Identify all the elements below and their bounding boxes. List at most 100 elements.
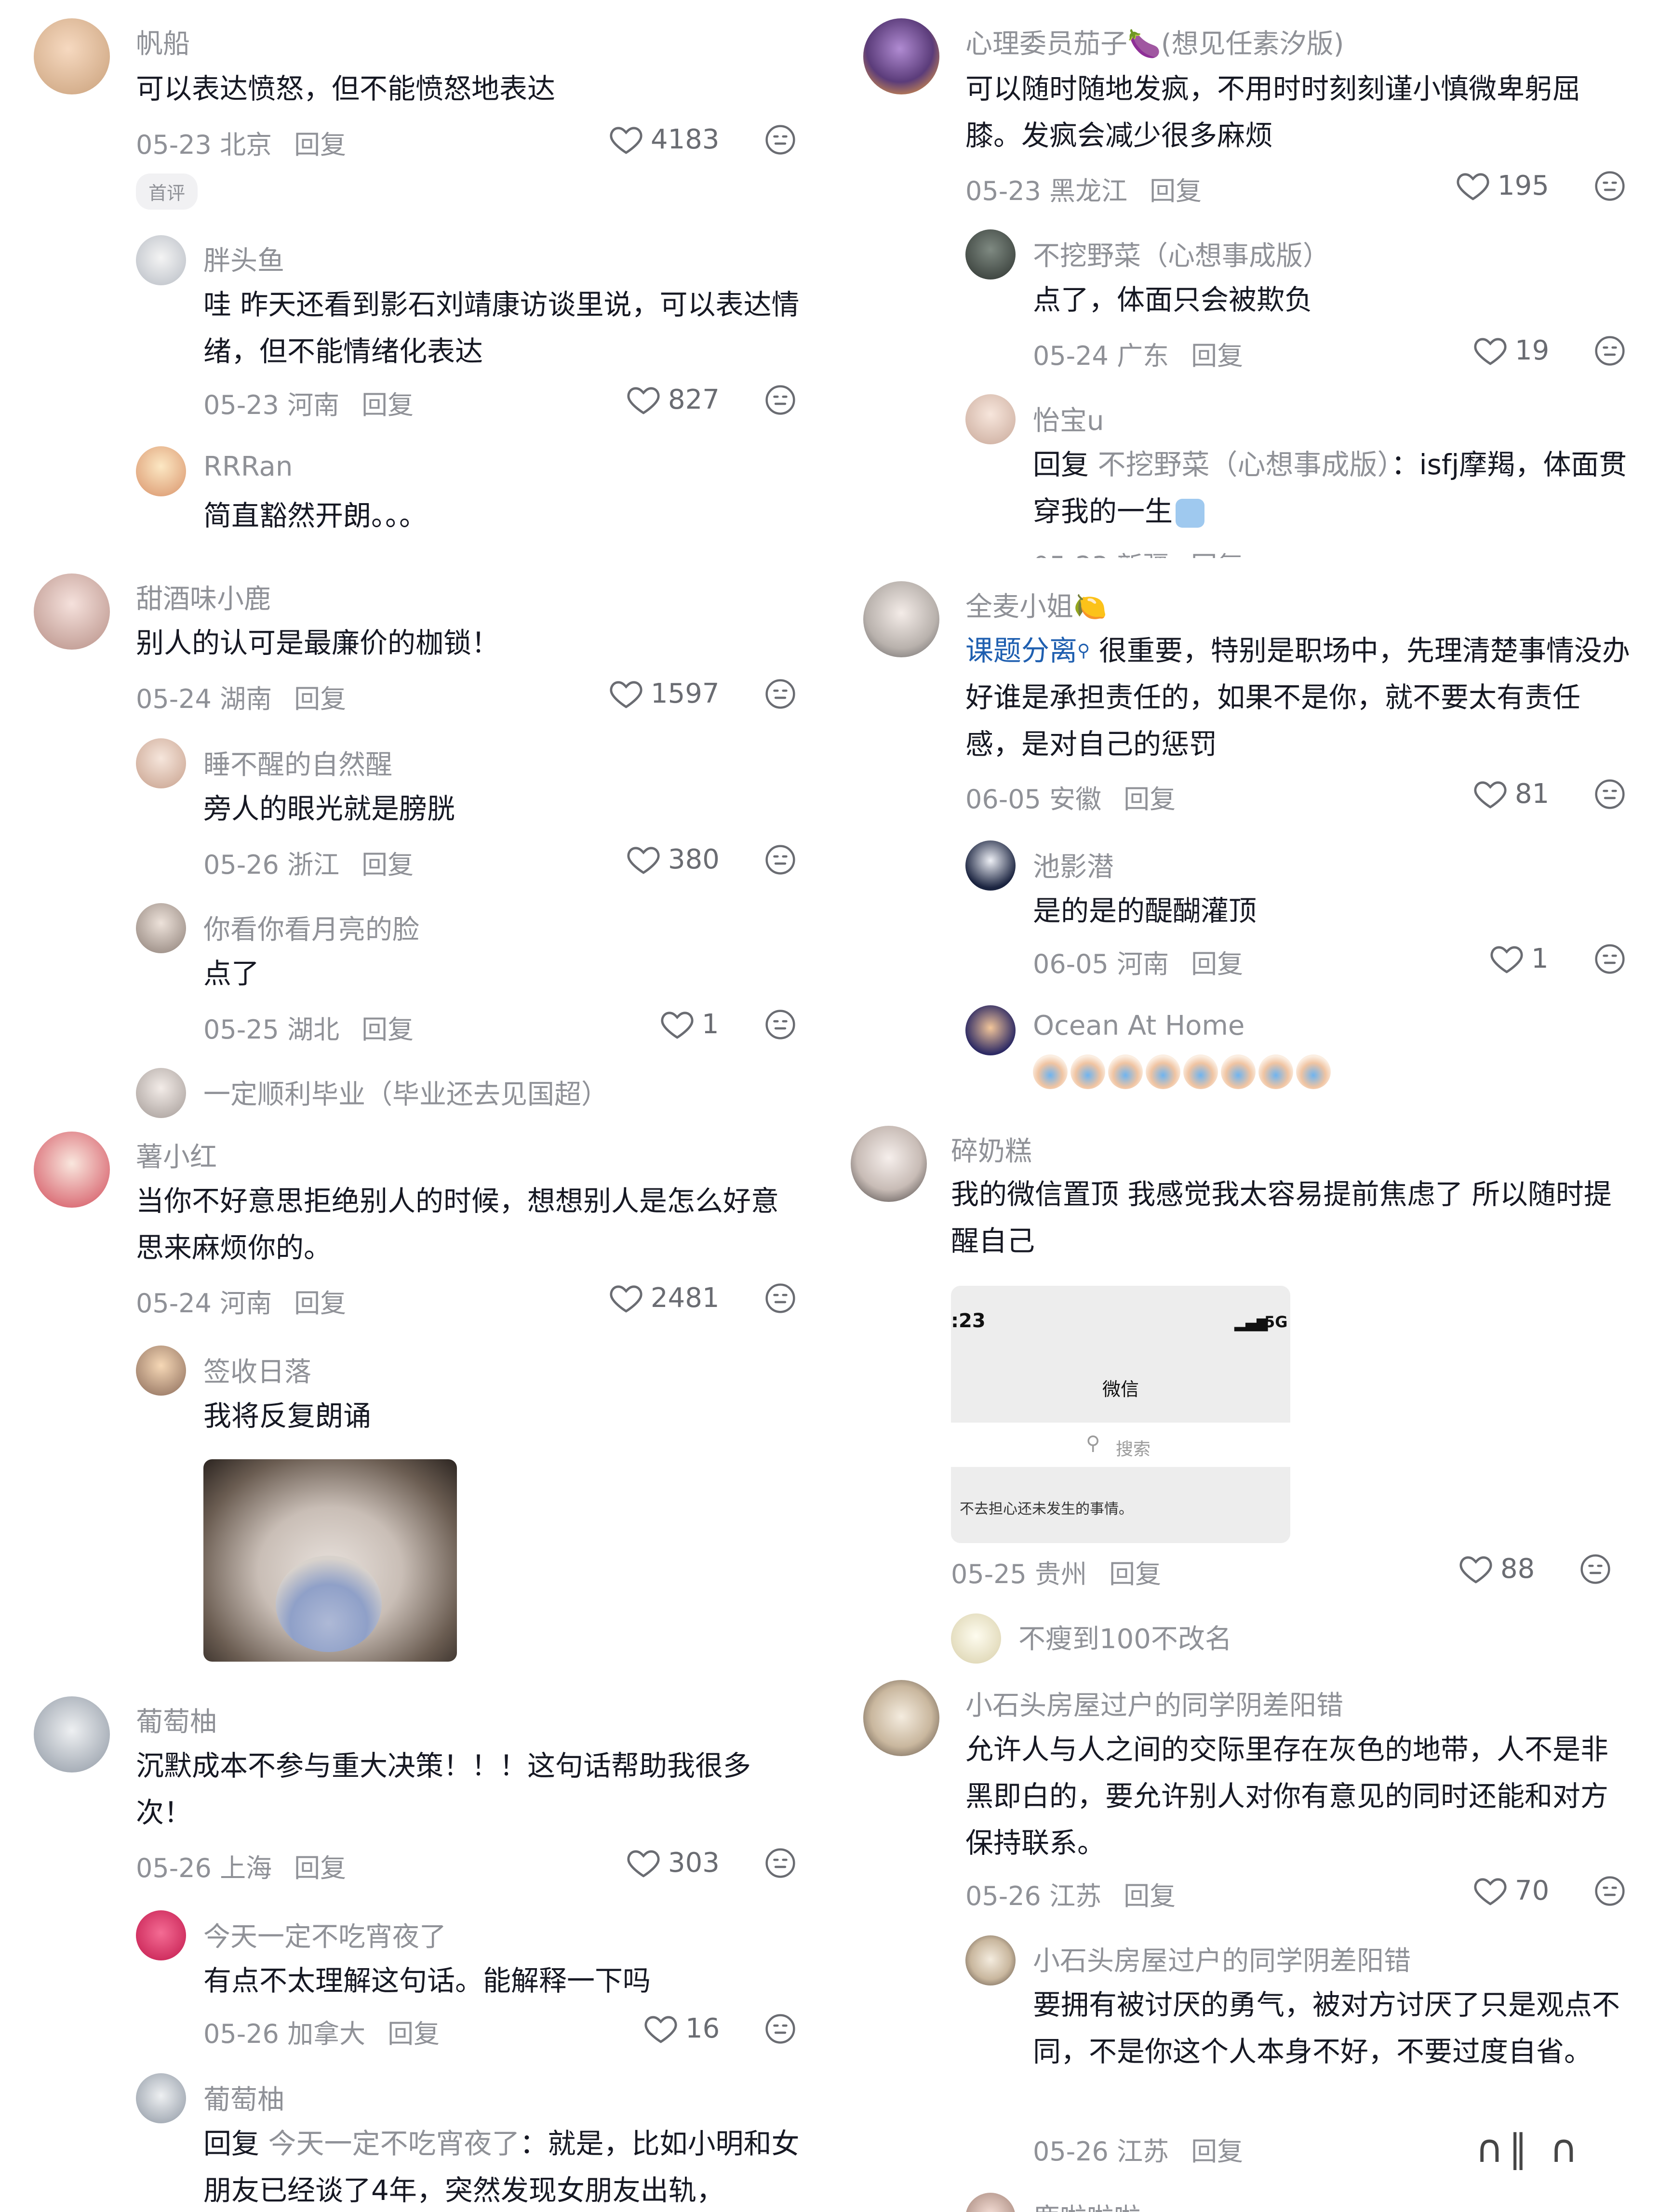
screenshot-search: ⚲ 搜索 bbox=[951, 1423, 1290, 1467]
reply-author[interactable]: 不瘦到100不改名 bbox=[1018, 1617, 1232, 1656]
avatar[interactable] bbox=[965, 229, 1016, 280]
comment-author[interactable]: 葡萄柚 bbox=[136, 1700, 217, 1739]
avatar[interactable] bbox=[136, 446, 186, 496]
avatar[interactable] bbox=[136, 235, 186, 285]
avatar[interactable] bbox=[965, 1935, 1016, 1985]
emoji-reaction-icon[interactable] bbox=[764, 843, 797, 876]
reply-button[interactable]: 回复 bbox=[361, 390, 414, 420]
like-button[interactable]: 1 bbox=[1489, 941, 1549, 976]
emoji-reaction-icon[interactable] bbox=[764, 384, 797, 416]
emoji-reaction-icon[interactable] bbox=[1593, 778, 1626, 811]
reply-button[interactable]: 回复 bbox=[361, 850, 414, 880]
emoji-reaction-icon[interactable] bbox=[764, 1282, 797, 1315]
reply-target-user[interactable]: 今天一定不吃宵夜了 bbox=[268, 2127, 520, 2160]
reply-author[interactable]: 一定顺利毕业（毕业还去见国超） bbox=[203, 1073, 608, 1112]
like-button[interactable]: 195 bbox=[1455, 168, 1549, 203]
emoji-reaction-icon[interactable] bbox=[1593, 170, 1626, 202]
reply-button[interactable]: 回复 bbox=[1191, 2136, 1243, 2167]
reply-author[interactable]: 葡萄柚 bbox=[203, 2078, 284, 2117]
emoji-reaction-icon[interactable] bbox=[764, 123, 797, 156]
like-button[interactable]: 2481 bbox=[608, 1280, 720, 1316]
topic-link[interactable]: 课题分离 bbox=[965, 634, 1077, 667]
avatar[interactable] bbox=[965, 1005, 1016, 1055]
reply-button[interactable]: 回复 bbox=[1109, 1559, 1161, 1589]
like-button[interactable]: 4183 bbox=[608, 121, 720, 157]
comment-author[interactable]: 甜酒味小鹿 bbox=[136, 577, 271, 616]
reply-target-user[interactable]: 不挖野菜（心想事成版） bbox=[1097, 448, 1391, 481]
reply-author[interactable]: RRRan bbox=[203, 451, 293, 482]
reply-button[interactable]: 回复 bbox=[361, 1014, 414, 1045]
emoji-reaction-icon[interactable] bbox=[1593, 1875, 1626, 1907]
avatar[interactable] bbox=[34, 1696, 110, 1772]
like-button[interactable]: 303 bbox=[626, 1845, 720, 1880]
avatar[interactable] bbox=[136, 903, 186, 953]
avatar[interactable] bbox=[951, 1613, 1001, 1664]
comment-author[interactable]: 碎奶糕 bbox=[951, 1130, 1032, 1169]
avatar[interactable] bbox=[34, 18, 110, 94]
avatar[interactable] bbox=[34, 573, 110, 650]
avatar[interactable] bbox=[863, 18, 939, 94]
reply-author[interactable]: 今天一定不吃宵夜了 bbox=[203, 1915, 446, 1954]
reply-author[interactable]: 池影潜 bbox=[1033, 845, 1114, 884]
avatar[interactable] bbox=[965, 2193, 1016, 2212]
reply-author[interactable]: 你看你看月亮的脸 bbox=[203, 908, 419, 947]
reply-button[interactable]: 回复 bbox=[1124, 1881, 1176, 1911]
avatar[interactable] bbox=[965, 394, 1016, 444]
reply-author[interactable]: 怡宝u bbox=[1033, 399, 1104, 438]
sticker-image[interactable] bbox=[203, 1459, 457, 1662]
like-button[interactable]: 19 bbox=[1472, 333, 1549, 368]
avatar[interactable] bbox=[136, 738, 186, 788]
reply-button[interactable]: 回复 bbox=[1191, 341, 1243, 371]
like-button[interactable]: 88 bbox=[1458, 1551, 1535, 1586]
avatar[interactable] bbox=[34, 1132, 110, 1208]
comment-author[interactable]: 薯小红 bbox=[136, 1135, 217, 1174]
comment-author[interactable]: 小石头房屋过户的同学阴差阳错 bbox=[965, 1684, 1343, 1723]
like-button[interactable]: 1 bbox=[659, 1006, 719, 1042]
like-button[interactable]: 827 bbox=[626, 382, 720, 417]
like-button[interactable]: 81 bbox=[1472, 776, 1549, 812]
like-button[interactable]: 70 bbox=[1472, 1873, 1549, 1908]
reply-button[interactable]: 回复 bbox=[294, 130, 346, 160]
reply-button[interactable]: 回复 bbox=[1150, 176, 1202, 206]
reply-author[interactable]: 鹿啦啦啦 bbox=[1033, 2197, 1141, 2212]
like-button[interactable]: 1597 bbox=[608, 676, 720, 711]
emoji-reaction-icon[interactable] bbox=[1579, 1553, 1612, 1586]
emoji-reaction-icon[interactable] bbox=[764, 2012, 797, 2045]
like-button[interactable]: 16 bbox=[643, 2011, 720, 2046]
emoji-reaction-icon[interactable] bbox=[764, 1847, 797, 1879]
reply-button[interactable]: 回复 bbox=[1191, 949, 1243, 979]
reply-author[interactable]: Ocean At Home bbox=[1033, 1010, 1244, 1041]
avatar[interactable] bbox=[965, 840, 1016, 891]
reply-button[interactable]: 回复 bbox=[294, 1288, 346, 1319]
like-button[interactable]: 380 bbox=[626, 841, 720, 877]
comment-author[interactable]: 帆船 bbox=[136, 22, 190, 61]
comment-panel-left-top: 帆船 可以表达愤怒，但不能愤怒地表达 05-23 北京 回复 4183 首评 胖头… bbox=[0, 0, 830, 558]
emoji-reaction-icon[interactable] bbox=[1593, 943, 1626, 975]
attached-screenshot[interactable]: :23 ▂▄▆ 5G 微信 ⚲ 搜索 不去担心还未发生的事情。 bbox=[951, 1286, 1290, 1543]
reply-author[interactable]: 小石头房屋过户的同学阴差阳错 bbox=[1033, 1939, 1411, 1978]
reply-text: 哇 昨天还看到影石刘靖康访谈里说，可以表达情绪，但不能情绪化表达 bbox=[203, 288, 800, 368]
comment-author[interactable]: 全麦小姐🍋 bbox=[965, 585, 1107, 624]
emoji-reaction-icon[interactable] bbox=[764, 1008, 797, 1041]
avatar[interactable] bbox=[863, 1680, 939, 1756]
reply-button[interactable]: 回复 bbox=[388, 2019, 440, 2049]
comment-author[interactable]: 心理委员茄子🍆(想见任素汐版) bbox=[965, 22, 1344, 61]
avatar[interactable] bbox=[136, 2073, 186, 2123]
reply-author[interactable]: 睡不醒的自然醒 bbox=[203, 743, 392, 782]
reply-author[interactable]: 胖头鱼 bbox=[203, 239, 284, 278]
avatar[interactable] bbox=[863, 581, 939, 657]
crying-dog-emoji bbox=[1146, 1054, 1180, 1089]
reply-author[interactable]: 签收日落 bbox=[203, 1350, 311, 1389]
reply-button[interactable]: 回复 bbox=[294, 684, 346, 714]
avatar[interactable] bbox=[136, 1346, 186, 1396]
search-icon[interactable]: ⚲ bbox=[1077, 641, 1090, 661]
avatar[interactable] bbox=[136, 1068, 186, 1118]
avatar[interactable] bbox=[851, 1126, 927, 1202]
emoji-reaction-icon[interactable] bbox=[1593, 334, 1626, 367]
reply-button[interactable]: 回复 bbox=[1191, 551, 1243, 558]
reply-button[interactable]: 回复 bbox=[1124, 784, 1176, 814]
emoji-reaction-icon[interactable] bbox=[764, 678, 797, 710]
reply-button[interactable]: 回复 bbox=[294, 1853, 346, 1883]
avatar[interactable] bbox=[136, 1910, 186, 1960]
reply-author[interactable]: 不挖野菜（心想事成版） bbox=[1033, 234, 1330, 273]
